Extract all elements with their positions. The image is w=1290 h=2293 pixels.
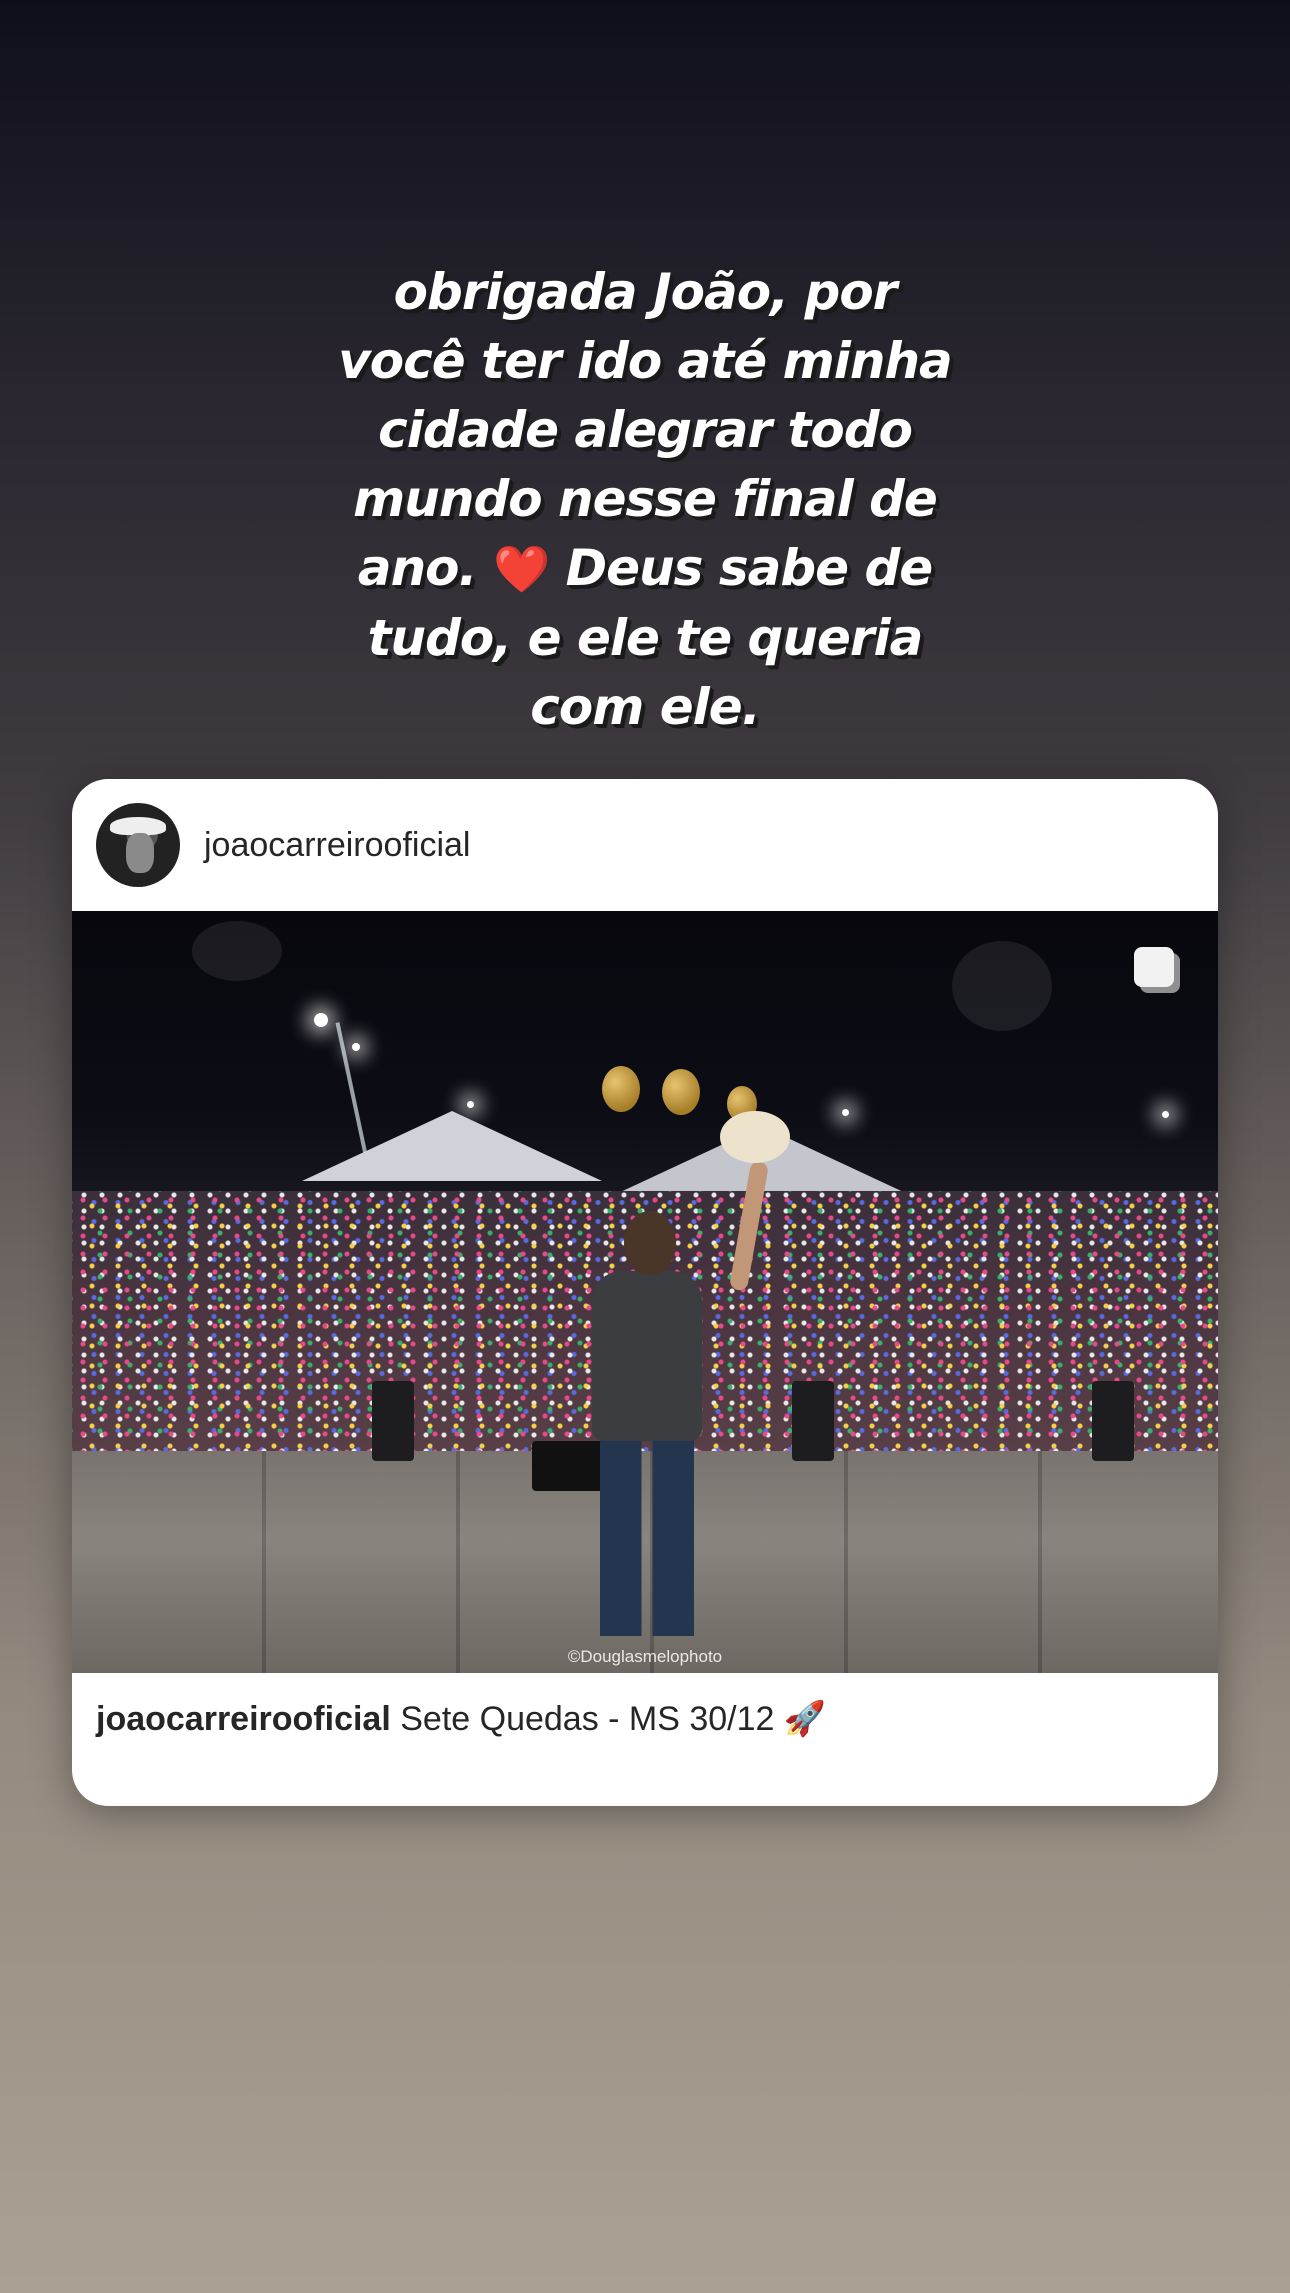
photo-credit: ©Douglasmelophoto (567, 1647, 723, 1666)
caption-username[interactable]: joaocarreirooficial (96, 1700, 391, 1738)
post-username[interactable]: joaocarreirooficial (204, 826, 470, 865)
shared-post-card[interactable]: joaocarreirooficial ©Douglasmelophoto jo… (72, 779, 1218, 1806)
story-caption: obrigada João, por você ter ido até minh… (330, 258, 960, 742)
performer (600, 1436, 694, 1636)
post-photo[interactable]: ©Douglasmelophoto (72, 911, 1218, 1673)
post-header[interactable]: joaocarreirooficial (72, 779, 1218, 911)
heart-emoji: ❤️ (492, 542, 550, 596)
avatar[interactable] (96, 803, 180, 887)
post-caption: joaocarreirooficial Sete Quedas - MS 30/… (72, 1673, 1218, 1741)
carousel-icon (1134, 947, 1182, 995)
caption-text: Sete Quedas - MS 30/12 🚀 (400, 1700, 827, 1738)
